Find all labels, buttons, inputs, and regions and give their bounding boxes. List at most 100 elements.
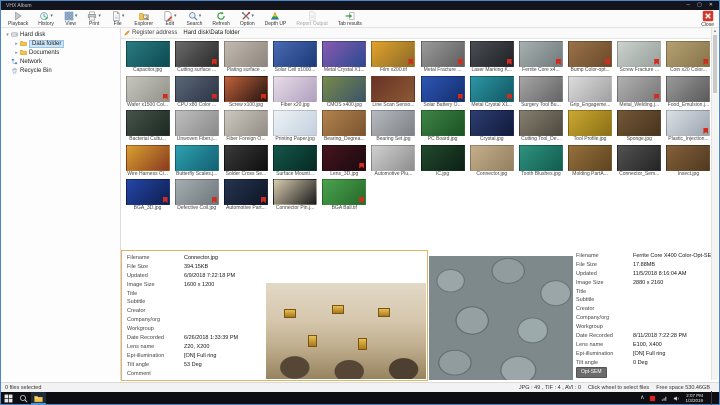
tree-expander-icon[interactable]: ▾ [4, 32, 11, 38]
thumbnail-image[interactable] [126, 145, 170, 171]
thumbnail-image[interactable] [322, 145, 366, 171]
toolbar-button-refresh[interactable]: Refresh [207, 10, 235, 27]
sidebar-item-data-folder[interactable]: ▸Data folder [1, 39, 120, 48]
thumbnail-item[interactable]: Unwoven Fiber.j... [172, 110, 221, 145]
thumbnail-image[interactable] [617, 110, 661, 136]
thumbnail-item[interactable]: Defective Coil.jpg [172, 179, 221, 214]
sidebar-item-hard-disk[interactable]: ▾Hard disk [1, 30, 120, 39]
thumbnail-image[interactable] [175, 110, 219, 136]
thumbnail-image[interactable] [470, 110, 514, 136]
preview-ferrite-image[interactable] [429, 256, 573, 380]
sidebar-item-documents[interactable]: ▸Documents [1, 48, 120, 57]
thumbnail-item[interactable]: Metal Crystal X1... [320, 41, 369, 76]
thumbnail-item[interactable]: CMOS x400.jpg [320, 76, 369, 111]
thumbnail-item[interactable]: PC Board.jpg [418, 110, 467, 145]
thumbnail-image[interactable] [519, 110, 563, 136]
tray-notification-icon[interactable] [649, 395, 656, 402]
thumbnail-item[interactable]: Screw Fracture ... [615, 41, 664, 76]
thumbnail-image[interactable] [421, 76, 465, 102]
thumbnail-image[interactable] [568, 110, 612, 136]
thumbnail-image[interactable] [470, 76, 514, 102]
taskbar-clock[interactable]: 2:07 PM 1/3/2019 [685, 393, 706, 404]
thumbnail-item[interactable]: Ferrite Core x4... [516, 41, 565, 76]
thumbnail-item[interactable]: Grip_Engageme... [566, 76, 615, 111]
thumbnail-item[interactable]: Insect.jpg [664, 145, 713, 180]
thumbnail-item[interactable]: Line Scan Senso... [369, 76, 418, 111]
thumbnail-item[interactable]: Wafer x1500 Col... [123, 76, 172, 111]
thumbnail-image[interactable] [421, 110, 465, 136]
thumbnail-image[interactable] [617, 145, 661, 171]
scrollbar-thumb[interactable] [713, 35, 717, 93]
file-explorer-button[interactable] [31, 392, 46, 405]
thumbnail-item[interactable]: Bearing_Degrea... [320, 110, 369, 145]
thumbnail-item[interactable]: Crystal.jpg [467, 110, 516, 145]
vertical-scrollbar[interactable]: ▲ [711, 28, 718, 380]
thumbnail-item[interactable]: Solar Battery O... [418, 76, 467, 111]
thumbnail-image[interactable] [175, 41, 219, 67]
toolbar-button-tab-results[interactable]: Tab results [333, 10, 367, 27]
thumbnail-item[interactable]: Bacterial Cultu... [123, 110, 172, 145]
chevron-down-icon[interactable]: ▾ [75, 13, 78, 19]
thumbnail-item[interactable]: Solder Cross Se... [221, 145, 270, 180]
thumbnail-image[interactable] [126, 41, 170, 67]
thumbnail-item[interactable]: IC.jpg [418, 145, 467, 180]
thumbnail-item[interactable]: Metal Crystal X1... [467, 76, 516, 111]
thumbnail-item[interactable]: Sponge.jpg [615, 110, 664, 145]
thumbnail-item[interactable]: Bump Color-opt... [566, 41, 615, 76]
thumbnail-item[interactable]: Fiber Foreign O... [221, 110, 270, 145]
thumbnail-image[interactable] [617, 76, 661, 102]
thumbnail-image[interactable] [568, 145, 612, 171]
thumbnail-item[interactable]: Printing Paper.jpg [271, 110, 320, 145]
toolbar-button-depth-up[interactable]: Depth UP [260, 10, 292, 27]
toolbar-button-explorer[interactable]: Explorer [129, 10, 158, 27]
close-button[interactable]: Close [701, 10, 717, 28]
thumbnail-image[interactable] [666, 145, 710, 171]
thumbnail-image[interactable] [371, 76, 415, 102]
show-desktop-button[interactable] [711, 391, 715, 405]
taskbar-search-button[interactable] [16, 392, 31, 405]
toolbar-button-view[interactable]: ▾View [59, 10, 83, 27]
thumbnail-image[interactable] [371, 110, 415, 136]
thumbnail-item[interactable]: Tool Profile.jpg [566, 110, 615, 145]
thumbnail-image[interactable] [224, 76, 268, 102]
thumbnail-image[interactable] [224, 41, 268, 67]
thumbnail-image[interactable] [568, 76, 612, 102]
thumbnail-item[interactable]: Film x200.tif [369, 41, 418, 76]
thumbnail-image[interactable] [273, 179, 317, 205]
thumbnail-image[interactable] [421, 145, 465, 171]
thumbnail-item[interactable]: Solar Cell x1000... [271, 41, 320, 76]
chevron-down-icon[interactable]: ▾ [199, 13, 202, 19]
start-button[interactable] [1, 392, 16, 405]
thumbnail-image[interactable] [617, 41, 661, 67]
thumbnail-image[interactable] [666, 41, 710, 67]
chevron-down-icon[interactable]: ▾ [98, 13, 101, 19]
toolbar-button-history[interactable]: ▾History [33, 10, 59, 27]
thumbnail-item[interactable]: Automotive Part... [221, 179, 270, 214]
thumbnail-image[interactable] [322, 110, 366, 136]
thumbnail-image[interactable] [666, 110, 710, 136]
thumbnail-image[interactable] [273, 76, 317, 102]
thumbnail-item[interactable]: Automotive Plu... [369, 145, 418, 180]
thumbnail-image[interactable] [322, 179, 366, 205]
toolbar-button-print[interactable]: ▾Print [82, 10, 106, 27]
toolbar-button-playback[interactable]: Playback [3, 10, 33, 27]
scroll-up-arrow-icon[interactable]: ▲ [712, 28, 718, 34]
thumbnail-item[interactable]: Surface Mounti... [271, 145, 320, 180]
thumbnail-image[interactable] [273, 145, 317, 171]
minimize-button[interactable]: ─ [687, 1, 691, 10]
thumbnail-image[interactable] [470, 41, 514, 67]
thumbnail-item[interactable]: Plastic_Injection... [664, 110, 713, 145]
thumbnail-item[interactable]: Tooth Blushes.jpg [516, 145, 565, 180]
sidebar-item-network[interactable]: Network [1, 57, 120, 66]
thumbnail-item[interactable]: Connector.jpg [467, 145, 516, 180]
thumbnail-image[interactable] [126, 179, 170, 205]
thumbnail-image[interactable] [421, 41, 465, 67]
thumbnail-item[interactable]: Butterfly Scales.j... [172, 145, 221, 180]
thumbnail-item[interactable]: BGA_3D.jpg [123, 179, 172, 214]
chevron-down-icon[interactable]: ▾ [122, 13, 125, 19]
thumbnail-item[interactable]: Molding PartA... [566, 145, 615, 180]
toolbar-button-edit[interactable]: ▾Edit [158, 10, 182, 27]
thumbnail-image[interactable] [519, 41, 563, 67]
tree-expander-icon[interactable]: ▸ [13, 41, 20, 47]
thumbnail-image[interactable] [470, 145, 514, 171]
